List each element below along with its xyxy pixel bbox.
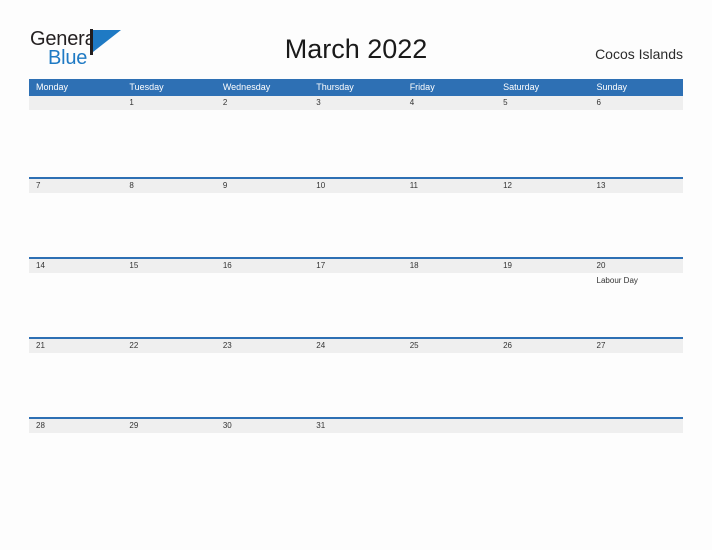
day-cell[interactable] [122,433,215,497]
day-cell[interactable] [122,273,215,337]
day-cell[interactable] [309,110,402,174]
weekday-header-monday: Monday [36,82,69,92]
day-content-row [29,433,683,497]
day-cell[interactable] [403,110,496,174]
day-number[interactable]: 12 [496,179,589,193]
date-number-strip: 1 2 3 4 5 6 [29,96,683,110]
day-cell[interactable] [496,273,589,337]
day-number[interactable]: 8 [122,179,215,193]
day-cell[interactable] [590,353,683,417]
locale-label: Cocos Islands [595,46,683,62]
day-number[interactable]: 3 [309,96,402,110]
day-number[interactable]: 10 [309,179,402,193]
day-cell[interactable]: Labour Day [590,273,683,337]
day-cell[interactable] [496,433,589,497]
day-cell[interactable] [122,353,215,417]
day-content-row [29,110,683,174]
day-number[interactable]: 22 [122,339,215,353]
day-cell[interactable] [590,433,683,497]
day-number[interactable] [403,419,496,433]
day-cell[interactable] [496,110,589,174]
day-cell[interactable] [216,353,309,417]
day-number[interactable]: 31 [309,419,402,433]
date-number-strip: 28 29 30 31 [29,419,683,433]
day-number[interactable]: 26 [496,339,589,353]
week-row: 7 8 9 10 11 12 13 [29,177,683,257]
weekday-header-saturday: Saturday [503,82,540,92]
day-number[interactable] [29,96,122,110]
day-cell[interactable] [29,353,122,417]
day-cell[interactable] [216,193,309,257]
weekday-header-tuesday: Tuesday [129,82,164,92]
day-cell[interactable] [496,193,589,257]
weekday-header-wednesday: Wednesday [222,82,271,92]
date-number-strip: 14 15 16 17 18 19 20 [29,259,683,273]
day-cell[interactable] [309,433,402,497]
day-number[interactable]: 19 [496,259,589,273]
day-number[interactable]: 4 [403,96,496,110]
calendar-page: General Blue March 2022 Cocos Islands Mo… [0,0,712,550]
day-number[interactable] [496,419,589,433]
day-cell[interactable] [29,193,122,257]
calendar-grid: Monday Tuesday Wednesday Thursday Friday… [29,79,683,497]
day-cell[interactable] [29,273,122,337]
day-cell[interactable] [216,110,309,174]
day-number[interactable]: 28 [29,419,122,433]
day-number[interactable]: 16 [216,259,309,273]
day-cell[interactable] [122,110,215,174]
day-number[interactable]: 27 [590,339,683,353]
day-number[interactable]: 25 [403,339,496,353]
day-number[interactable]: 24 [309,339,402,353]
day-content-row: Labour Day [29,273,683,337]
day-number[interactable]: 13 [590,179,683,193]
day-cell[interactable] [122,193,215,257]
day-cell[interactable] [309,273,402,337]
day-number[interactable]: 7 [29,179,122,193]
day-cell[interactable] [403,433,496,497]
day-event-label: Labour Day [596,276,638,285]
day-number[interactable]: 18 [403,259,496,273]
week-row: 28 29 30 31 [29,417,683,497]
day-cell[interactable] [29,110,122,174]
day-cell[interactable] [403,353,496,417]
day-cell[interactable] [403,273,496,337]
day-cell[interactable] [403,193,496,257]
day-cell[interactable] [496,353,589,417]
date-number-strip: 7 8 9 10 11 12 13 [29,179,683,193]
date-number-strip: 21 22 23 24 25 26 27 [29,339,683,353]
day-number[interactable]: 14 [29,259,122,273]
day-number[interactable]: 30 [216,419,309,433]
day-number[interactable]: 9 [216,179,309,193]
day-cell[interactable] [216,433,309,497]
day-number[interactable]: 1 [122,96,215,110]
day-number[interactable] [590,419,683,433]
day-number[interactable]: 11 [403,179,496,193]
week-row: 14 15 16 17 18 19 20 Labour Day [29,257,683,337]
day-cell[interactable] [590,193,683,257]
day-cell[interactable] [309,353,402,417]
page-header: General Blue March 2022 Cocos Islands [0,0,712,78]
day-number[interactable]: 21 [29,339,122,353]
day-cell[interactable] [216,273,309,337]
day-number[interactable]: 23 [216,339,309,353]
day-number[interactable]: 15 [122,259,215,273]
day-number[interactable]: 20 [590,259,683,273]
weekday-header-thursday: Thursday [316,82,354,92]
day-cell[interactable] [590,110,683,174]
week-row: 1 2 3 4 5 6 [29,96,683,177]
day-number[interactable]: 29 [122,419,215,433]
day-number[interactable]: 2 [216,96,309,110]
week-row: 21 22 23 24 25 26 27 [29,337,683,417]
day-cell[interactable] [29,433,122,497]
weekday-header-row: Monday Tuesday Wednesday Thursday Friday… [29,79,683,96]
weekday-header-sunday: Sunday [596,82,628,92]
day-number[interactable]: 5 [496,96,589,110]
weekday-header-friday: Friday [409,82,435,92]
day-content-row [29,193,683,257]
day-number[interactable]: 17 [309,259,402,273]
day-cell[interactable] [309,193,402,257]
day-number[interactable]: 6 [590,96,683,110]
day-content-row [29,353,683,417]
